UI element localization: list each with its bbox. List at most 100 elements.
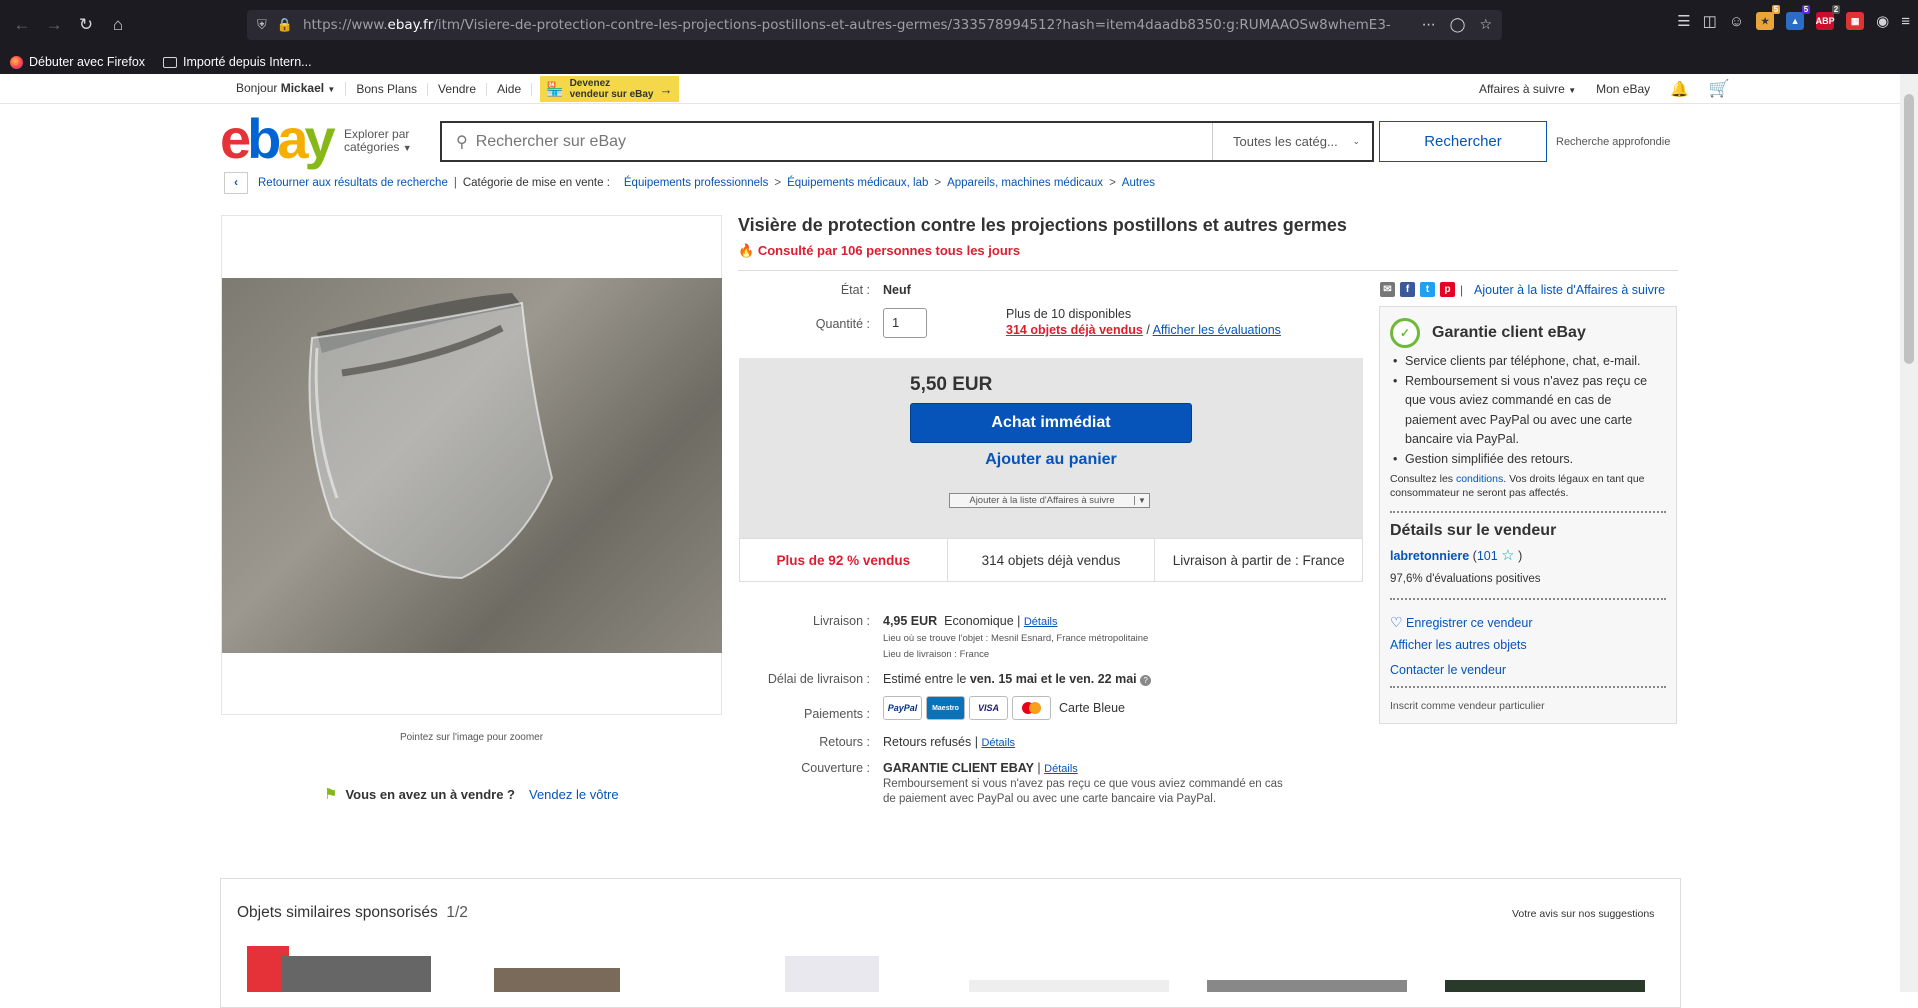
vendor-name-link[interactable]: labretonniere <box>1390 549 1469 563</box>
explore-categories[interactable]: Explorer par catégories ▼ <box>344 128 412 155</box>
suggestions-feedback-link[interactable]: Votre avis sur nos suggestions <box>1512 908 1654 920</box>
quantity-input[interactable]: 1 <box>883 308 927 338</box>
sponsored-item-image[interactable] <box>969 980 1169 992</box>
link-bons-plans[interactable]: Bons Plans <box>346 82 429 96</box>
sponsored-title: Objets similaires sponsorisés 1/2 <box>237 904 468 922</box>
breadcrumb-item[interactable]: Équipements professionnels <box>624 177 768 189</box>
image-gallery[interactable] <box>221 215 722 715</box>
chevron-left-icon[interactable]: ‹ <box>224 172 248 194</box>
product-photo[interactable] <box>222 278 722 653</box>
twitter-icon[interactable]: t <box>1420 282 1435 297</box>
extension-2-icon[interactable]: ▲ 5 <box>1786 5 1811 30</box>
chat-icon[interactable]: ◉ <box>1876 12 1889 30</box>
browser-chrome: ← → ↻ ⌂ ⛨ 🔒 https://www.ebay.fr/itm/Visi… <box>0 0 1918 74</box>
link-vendre[interactable]: Vendre <box>428 82 488 96</box>
carte-bleue-label: Carte Bleue <box>1059 701 1126 715</box>
promo-line1: Devenez <box>569 78 611 89</box>
flame-icon: 🔥 <box>738 243 755 258</box>
sponsored-item-image[interactable] <box>1445 980 1645 992</box>
cart-icon[interactable]: 🛒 <box>1709 79 1730 99</box>
search-box: ⚲ Rechercher sur eBay Toutes les catég..… <box>440 121 1374 162</box>
search-button[interactable]: Rechercher <box>1379 121 1547 162</box>
extension-4-icon[interactable]: ▦ <box>1846 12 1865 30</box>
reload-icon[interactable]: ↻ <box>72 11 100 39</box>
breadcrumb-separator: > <box>1109 177 1116 189</box>
email-icon[interactable]: ✉ <box>1380 282 1395 297</box>
condition-label: État : <box>840 283 870 297</box>
add-to-watchlist-button[interactable]: Ajouter à la liste d'Affaires à suivre ▼ <box>949 493 1150 508</box>
coverage-details-link[interactable]: Détails <box>1044 763 1078 775</box>
library-icon[interactable]: ☰ <box>1677 12 1690 30</box>
guarantee-list: Service clients par téléphone, chat, e-m… <box>1393 352 1663 469</box>
returns-value: Retours refusés | <box>883 735 978 749</box>
bookmark-imported[interactable]: Importé depuis Intern... <box>163 55 312 69</box>
sponsored-item-image[interactable] <box>785 956 879 992</box>
category-value: Toutes les catég... <box>1233 134 1338 149</box>
returns-info: Retours refusés | Détails <box>883 735 1015 749</box>
logo-letter: e <box>220 107 251 170</box>
search-input[interactable]: Rechercher sur eBay <box>476 133 1212 151</box>
breadcrumb-item[interactable]: Appareils, machines médicaux <box>947 177 1103 189</box>
feedback-score-link[interactable]: 101 <box>1477 549 1498 563</box>
watchlist-link[interactable]: Affaires à suivre ▼ <box>1479 82 1576 96</box>
category-select[interactable]: Toutes les catég... ⌄ <box>1212 123 1372 160</box>
page-scrollbar[interactable] <box>1900 74 1918 992</box>
heart-icon[interactable]: ♡ <box>1390 614 1403 630</box>
condition-value: Neuf <box>883 283 911 297</box>
returns-details-link[interactable]: Détails <box>981 737 1015 749</box>
contact-seller-link[interactable]: Contacter le vendeur <box>1390 663 1506 677</box>
sell-yours-link[interactable]: Vendez le vôtre <box>529 787 619 802</box>
add-watchlist-link[interactable]: Ajouter à la liste d'Affaires à suivre <box>1474 283 1665 297</box>
account-icon[interactable]: ☺ <box>1729 13 1744 30</box>
sold-link[interactable]: 314 objets déjà vendus <box>1006 323 1143 337</box>
category-label: Catégorie de mise en vente : <box>462 177 610 189</box>
home-icon[interactable]: ⌂ <box>104 11 132 39</box>
shield-icon[interactable]: ⛨ <box>257 18 267 33</box>
pocket-icon[interactable]: ◯ <box>1450 17 1466 33</box>
delivery-estimate: Estimé entre le ven. 15 mai et le ven. 2… <box>883 672 1152 686</box>
sponsored-item-image[interactable] <box>1207 980 1407 992</box>
sponsored-item-image[interactable] <box>281 956 431 992</box>
ebay-logo[interactable]: ebay <box>220 111 336 167</box>
shipping-details-link[interactable]: Détails <box>1024 616 1058 628</box>
add-to-cart-button[interactable]: Ajouter au panier <box>910 451 1192 469</box>
adblock-label: ABP <box>1815 16 1835 26</box>
sponsored-item-image[interactable] <box>494 968 620 992</box>
bookmark-firefox[interactable]: Débuter avec Firefox <box>10 55 145 69</box>
save-seller-link[interactable]: Enregistrer ce vendeur <box>1406 616 1532 630</box>
back-arrow-icon[interactable]: ← <box>8 11 36 39</box>
bookmark-star-icon[interactable]: ☆ <box>1479 17 1492 33</box>
buy-now-button[interactable]: Achat immédiat <box>910 403 1192 443</box>
shipping-label: Livraison : <box>813 614 870 628</box>
scrollbar-thumb[interactable] <box>1904 94 1914 364</box>
explore-line2: catégories <box>344 140 400 154</box>
link-aide[interactable]: Aide <box>487 82 533 96</box>
guarantee-title: Garantie client eBay <box>1432 324 1586 341</box>
adblock-icon[interactable]: ABP 2 <box>1815 5 1841 30</box>
page-actions-icon[interactable]: ⋯ <box>1422 17 1436 33</box>
advanced-search-link[interactable]: Recherche approfondie <box>1556 136 1670 148</box>
lock-icon[interactable]: 🔒 <box>277 18 293 33</box>
back-to-results-link[interactable]: Retourner aux résultats de recherche <box>258 177 448 189</box>
url-bar[interactable]: ⛨ 🔒 https://www.ebay.fr/itm/Visiere-de-p… <box>247 10 1502 40</box>
greeting[interactable]: Bonjour Mickael ▼ <box>226 82 347 96</box>
breadcrumb-item[interactable]: Équipements médicaux, lab <box>787 177 928 189</box>
breadcrumb-item[interactable]: Autres <box>1122 177 1155 189</box>
other-items-link[interactable]: Afficher les autres objets <box>1390 638 1527 652</box>
pinterest-icon[interactable]: p <box>1440 282 1455 297</box>
sidebar-icon[interactable]: ◫ <box>1703 12 1717 30</box>
chevron-down-icon[interactable]: ▼ <box>1134 496 1149 505</box>
forward-arrow-icon[interactable]: → <box>40 11 68 39</box>
facebook-icon[interactable]: f <box>1400 282 1415 297</box>
bell-icon[interactable]: 🔔 <box>1670 80 1689 98</box>
conditions-link[interactable]: conditions <box>1456 473 1503 485</box>
my-ebay-link[interactable]: Mon eBay <box>1596 82 1650 96</box>
help-icon[interactable]: ? <box>1140 675 1152 686</box>
extension-1-icon[interactable]: ★ 5 <box>1756 5 1781 30</box>
become-seller-promo[interactable]: 🏪 Devenez vendeur sur eBay → <box>540 76 679 102</box>
menu-icon[interactable]: ≡ <box>1901 13 1910 30</box>
url-text[interactable]: https://www.ebay.fr/itm/Visiere-de-prote… <box>303 17 1412 33</box>
evaluations-link[interactable]: Afficher les évaluations <box>1153 323 1281 337</box>
paypal-icon: PayPal <box>883 696 922 720</box>
vendor-title: Détails sur le vendeur <box>1390 522 1557 539</box>
